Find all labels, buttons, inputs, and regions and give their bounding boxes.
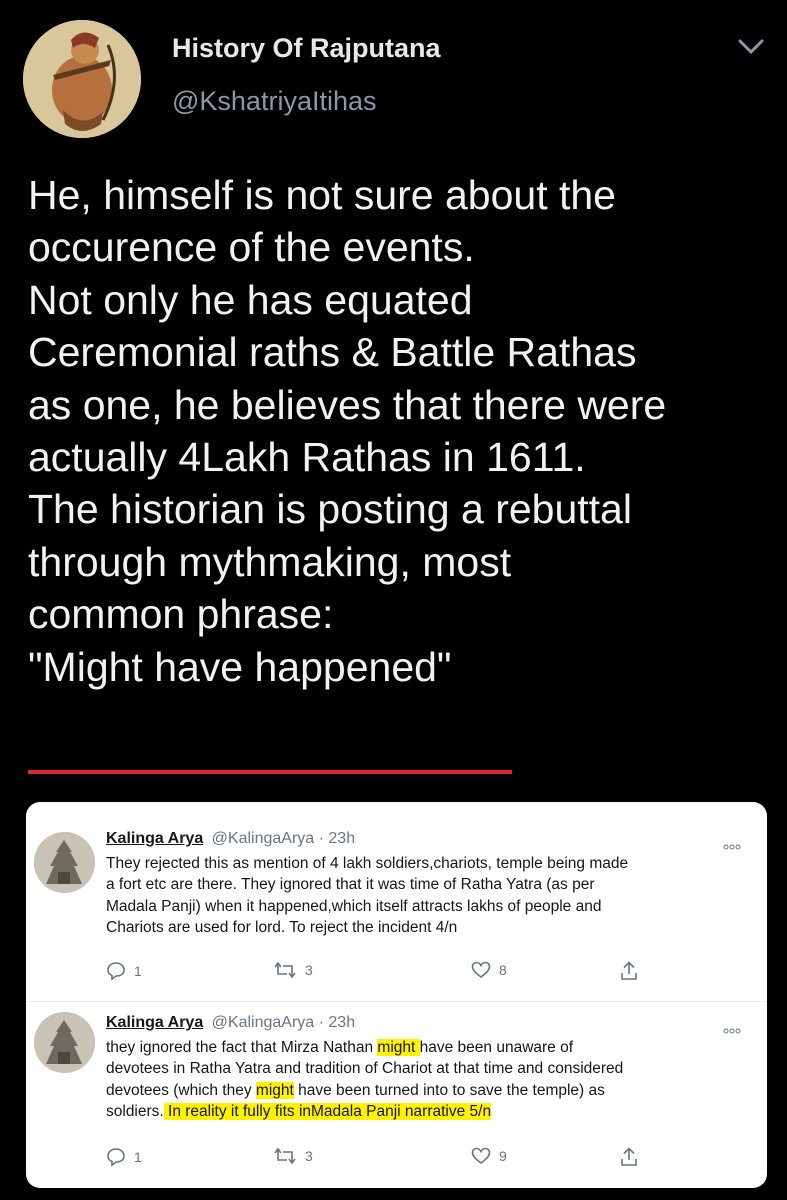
reply-avatar[interactable] [34, 1012, 95, 1073]
reply-line: Chariots are used for lord. To reject th… [106, 919, 458, 937]
reply-line: devotees (which they might have been tur… [106, 1081, 605, 1099]
retweet-icon [274, 961, 296, 979]
reply-header: Kalinga Arya @KalingaArya · 23h [106, 830, 355, 848]
retweet-count: 3 [305, 1148, 313, 1164]
like-button[interactable]: 9 [471, 1147, 507, 1165]
highlight-reality: In reality it fully fits inMadala Panji … [163, 1103, 492, 1121]
share-icon [621, 961, 637, 980]
tweet-line: as one, he believes that there were [28, 381, 667, 428]
reply-meta: @KalingaArya · 23h [211, 830, 356, 847]
reply-line: devotees in Ratha Yatra and tradition of… [106, 1060, 624, 1078]
embedded-screenshot[interactable]: Kalinga Arya @KalingaArya · 23h They rej… [26, 802, 767, 1188]
highlight-might: might [255, 1081, 294, 1099]
tweet-line: common phrase: [28, 591, 334, 638]
like-icon [471, 961, 491, 979]
share-icon [621, 1147, 637, 1166]
reply-line: Madala Panji) when it happened,which its… [106, 897, 602, 915]
tweet-line: He, himself is not sure about the [28, 172, 616, 218]
more-dots-icon[interactable] [723, 1021, 741, 1034]
reply-author-name[interactable]: Kalinga Arya [106, 830, 203, 847]
retweet-icon [274, 1147, 296, 1165]
reply-count: 1 [134, 1149, 142, 1165]
retweet-button[interactable]: 3 [273, 1147, 313, 1165]
reply-line: soldiers. In reality it fully fits inMad… [106, 1103, 492, 1121]
like-icon [471, 1147, 491, 1165]
reply-button[interactable]: 1 [106, 961, 142, 981]
share-button[interactable] [620, 1147, 638, 1167]
reply-header: Kalinga Arya @KalingaArya · 23h [106, 1014, 355, 1032]
reply-avatar[interactable] [34, 832, 95, 893]
reply-author-name[interactable]: Kalinga Arya [106, 1014, 203, 1031]
tweet-line: actually 4Lakh Rathas in 1611. [28, 434, 586, 481]
like-count: 8 [499, 962, 507, 978]
tweet-line: The historian is posting a rebuttal [28, 486, 632, 533]
tweet-text: He, himself is not sure about the occure… [28, 169, 778, 693]
tweet-line: through mythmaking, most [28, 538, 512, 585]
reply-button[interactable]: 1 [106, 1147, 142, 1167]
reply-line: They rejected this as mention of 4 lakh … [106, 855, 629, 872]
more-dots-icon[interactable] [723, 837, 741, 850]
author-avatar[interactable] [23, 20, 141, 138]
red-underline-mark [28, 770, 512, 774]
tweet-line: Ceremonial raths & Battle Rathas [28, 329, 637, 376]
reply-actions: 1 3 8 [106, 961, 746, 983]
like-count: 9 [499, 1148, 507, 1164]
reply-icon [107, 962, 125, 981]
reply-icon [107, 1148, 125, 1167]
reply-actions: 1 3 9 [106, 1147, 746, 1169]
author-name[interactable]: History Of Rajputana [172, 33, 441, 64]
share-button[interactable] [620, 961, 638, 981]
tweet-line: Not only he has equated [28, 276, 473, 323]
reply-text: They rejected this as mention of 4 lakh … [106, 853, 756, 939]
reply-divider [26, 1001, 767, 1002]
retweet-button[interactable]: 3 [273, 961, 313, 979]
tweet-line: occurence of the events. [28, 224, 475, 271]
tweet-line-quote: "Might have happened" [28, 643, 452, 690]
author-handle[interactable]: @KshatriyaItihas [172, 86, 377, 117]
like-button[interactable]: 8 [471, 961, 507, 979]
reply-line: a fort etc are there. They ignored that … [106, 876, 595, 894]
reply-text: they ignored the fact that Mirza Nathan … [106, 1037, 756, 1123]
chevron-down-icon[interactable] [736, 36, 766, 58]
reply-meta: @KalingaArya · 23h [211, 1014, 356, 1031]
reply-line: they ignored the fact that Mirza Nathan … [106, 1039, 574, 1056]
retweet-count: 3 [305, 962, 313, 978]
highlight-might: might [377, 1039, 420, 1056]
reply-count: 1 [134, 963, 142, 979]
